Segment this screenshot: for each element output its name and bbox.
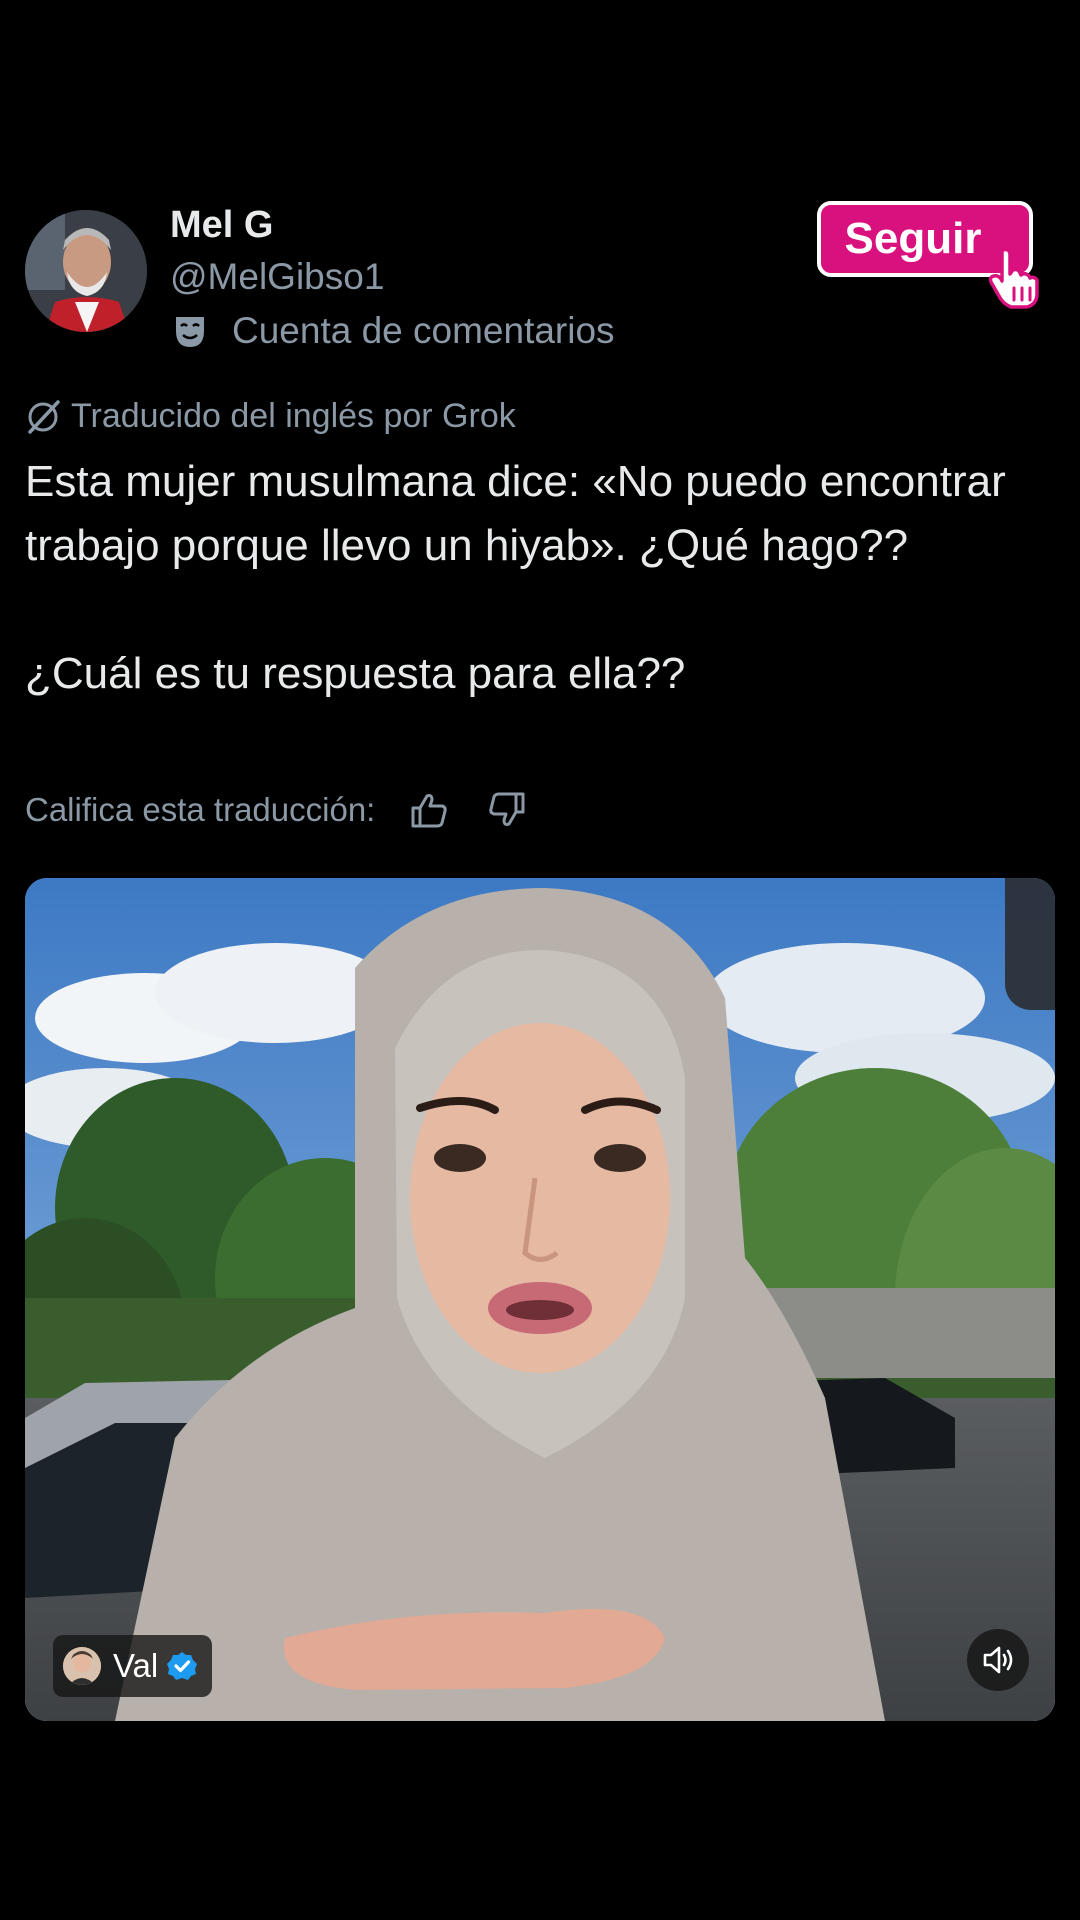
post-text: Esta mujer musulmana dice: «No puedo enc… [25,457,1006,698]
grok-icon [28,399,60,434]
post: Mel G @MelGibso1 Cuenta de comentarios S… [0,0,1080,1920]
translation-note: Traducido del inglés por Grok [25,397,516,436]
thumbs-up-icon[interactable] [409,790,449,830]
account-type-label: Cuenta de comentarios [232,310,615,351]
rate-translation: Califica esta traducción: [25,790,527,830]
volume-icon [983,1646,1013,1674]
author-handle[interactable]: @MelGibso1 [170,256,384,298]
corner-tab [1005,878,1055,1010]
video-frame [25,878,1055,1721]
author-name[interactable]: Mel G [170,204,273,247]
hand-cursor-icon [988,247,1039,309]
account-type: Cuenta de comentarios [170,310,615,352]
avatar[interactable] [25,210,147,332]
video-player[interactable]: Val [25,878,1055,1721]
video-author-chip[interactable]: Val [53,1635,213,1697]
video-author-name: Val [113,1647,159,1684]
thumbs-down-icon[interactable] [487,790,527,830]
translation-note-text: Traducido del inglés por Grok [71,397,516,435]
verified-badge-icon [167,1652,198,1680]
rate-translation-label: Califica esta traducción: [25,791,376,828]
volume-button[interactable] [967,1629,1029,1691]
theater-mask-icon [170,311,210,351]
video-author-avatar [63,1647,101,1685]
